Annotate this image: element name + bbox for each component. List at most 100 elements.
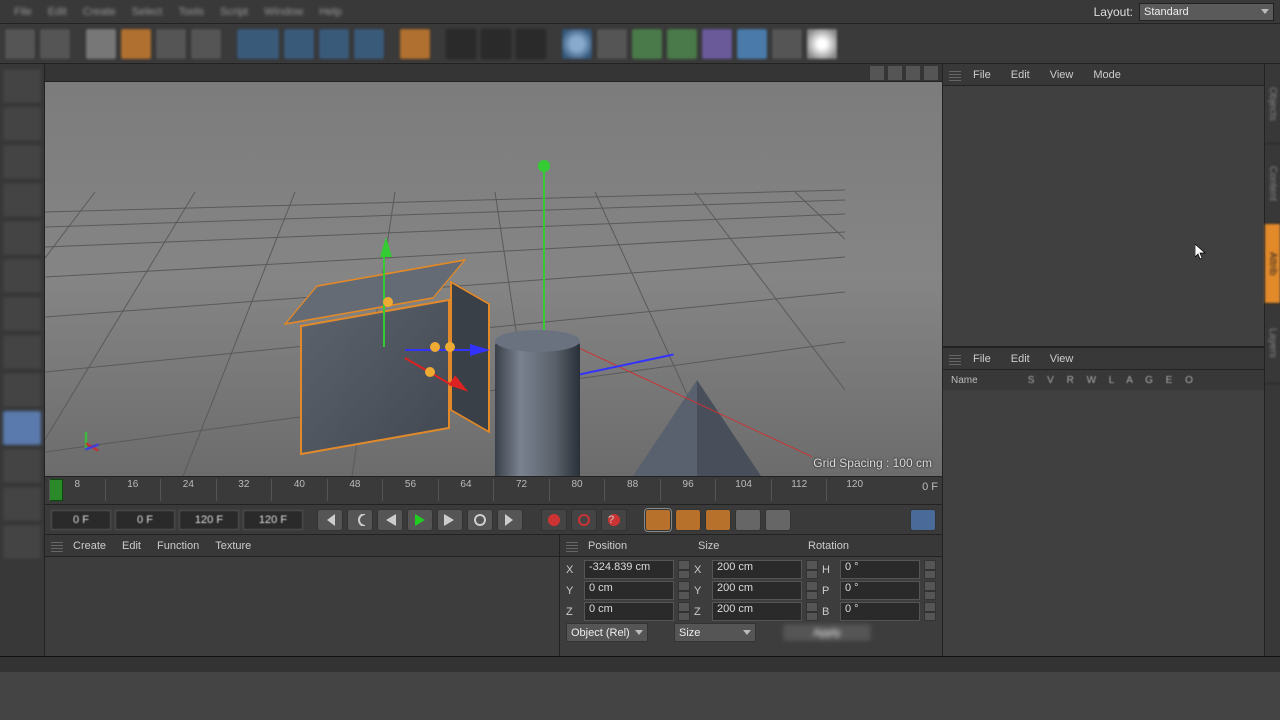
spinner-icon[interactable] <box>806 581 818 600</box>
model-mode-icon[interactable] <box>2 68 42 104</box>
vtab-layers[interactable]: Layers <box>1265 304 1280 384</box>
om-menu-view[interactable]: View <box>1042 67 1082 83</box>
uv-icon[interactable] <box>2 486 42 522</box>
topmenu-select[interactable]: Select <box>124 2 171 22</box>
size-z-input[interactable]: 200 cm <box>712 602 802 621</box>
size-x-input[interactable]: 200 cm <box>712 560 802 579</box>
render-settings-icon[interactable] <box>480 28 512 60</box>
keyframe-options-button[interactable]: ? <box>601 509 627 531</box>
key-rotation-button[interactable] <box>705 509 731 531</box>
axis-y-icon[interactable] <box>318 28 350 60</box>
perspective-viewport[interactable]: Grid Spacing : 100 cm <box>45 82 942 476</box>
range-end-a-field[interactable]: 120 F <box>179 510 239 530</box>
deformer-icon[interactable] <box>666 28 698 60</box>
viewport-toggle-icon[interactable] <box>924 66 938 80</box>
loop-button[interactable] <box>467 509 493 531</box>
panel-grip-icon[interactable] <box>566 540 578 552</box>
record-button[interactable] <box>541 509 567 531</box>
environment-icon[interactable] <box>701 28 733 60</box>
gizmo-z-arrow-icon[interactable] <box>470 344 490 356</box>
mat-menu-texture[interactable]: Texture <box>209 538 257 554</box>
vtab-objects[interactable]: Objects <box>1265 64 1280 144</box>
attribute-body[interactable] <box>943 390 1264 656</box>
spline-pen-icon[interactable] <box>596 28 628 60</box>
mat-menu-create[interactable]: Create <box>67 538 112 554</box>
select-tool-icon[interactable] <box>85 28 117 60</box>
om-menu-mode[interactable]: Mode <box>1085 67 1129 83</box>
pos-y-input[interactable]: 0 cm <box>584 581 674 600</box>
key-scale-button[interactable] <box>675 509 701 531</box>
snap-icon[interactable] <box>2 372 42 408</box>
edge-mode-icon[interactable] <box>2 220 42 256</box>
topmenu-create[interactable]: Create <box>75 2 124 22</box>
picture-viewer-icon[interactable] <box>515 28 547 60</box>
pos-z-input[interactable]: 0 cm <box>584 602 674 621</box>
viewport-rotate-icon[interactable] <box>906 66 920 80</box>
primitive-sphere-icon[interactable] <box>561 28 593 60</box>
light-icon[interactable] <box>806 28 838 60</box>
key-pla-button[interactable] <box>765 509 791 531</box>
gizmo-y-handle[interactable] <box>383 297 393 307</box>
size-y-input[interactable]: 200 cm <box>712 581 802 600</box>
generator-icon[interactable] <box>631 28 663 60</box>
topmenu-edit[interactable]: Edit <box>40 2 75 22</box>
pos-x-input[interactable]: -324.839 cm <box>584 560 674 579</box>
coord-size-mode-dropdown[interactable]: Size <box>674 623 756 642</box>
timeline-options-button[interactable] <box>910 509 936 531</box>
range-cur-field[interactable]: 0 F <box>115 510 175 530</box>
play-button[interactable] <box>407 509 433 531</box>
spinner-icon[interactable] <box>678 602 690 621</box>
attr-menu-view[interactable]: View <box>1042 351 1082 367</box>
polygon-mode-icon[interactable] <box>2 258 42 294</box>
axis-x-icon[interactable] <box>283 28 315 60</box>
goto-start-button[interactable] <box>317 509 343 531</box>
axis-mode-icon[interactable] <box>2 296 42 332</box>
locked-workplane-icon[interactable] <box>2 410 42 446</box>
paint-icon[interactable] <box>2 524 42 560</box>
topmenu-script[interactable]: Script <box>212 2 256 22</box>
point-mode-icon[interactable] <box>2 182 42 218</box>
spinner-icon[interactable] <box>806 602 818 621</box>
spinner-icon[interactable] <box>678 560 690 579</box>
object-list-area[interactable] <box>943 86 1264 346</box>
spinner-icon[interactable] <box>806 560 818 579</box>
sculpt-icon[interactable] <box>2 448 42 484</box>
spinner-icon[interactable] <box>924 560 936 579</box>
viewport-solo-icon[interactable] <box>2 334 42 370</box>
range-start-field[interactable]: 0 F <box>51 510 111 530</box>
timeline-ruler[interactable]: 8 16 24 32 40 48 56 64 72 80 88 96 104 1… <box>45 476 942 504</box>
om-menu-file[interactable]: File <box>965 67 999 83</box>
grid-floor-icon[interactable] <box>736 28 768 60</box>
undo-icon[interactable] <box>4 28 36 60</box>
axis-z-icon[interactable] <box>353 28 385 60</box>
autokey-button[interactable] <box>571 509 597 531</box>
gizmo-z-handle[interactable] <box>445 342 455 352</box>
gizmo-y-arrow-icon[interactable] <box>380 237 392 257</box>
coord-apply-button[interactable]: Apply <box>782 623 872 642</box>
panel-grip-icon[interactable] <box>949 353 961 365</box>
vtab-content[interactable]: Content <box>1265 144 1280 224</box>
mat-menu-edit[interactable]: Edit <box>116 538 147 554</box>
attr-menu-edit[interactable]: Edit <box>1003 351 1038 367</box>
play-back-button[interactable] <box>377 509 403 531</box>
goto-end-button[interactable] <box>497 509 523 531</box>
step-forward-button[interactable] <box>437 509 463 531</box>
gizmo-x-handle[interactable] <box>425 367 435 377</box>
workplane-icon[interactable] <box>2 144 42 180</box>
cylinder-object[interactable] <box>495 330 580 476</box>
render-view-icon[interactable] <box>399 28 431 60</box>
attr-menu-file[interactable]: File <box>965 351 999 367</box>
om-menu-edit[interactable]: Edit <box>1003 67 1038 83</box>
topmenu-window[interactable]: Window <box>256 2 311 22</box>
panel-grip-icon[interactable] <box>51 540 63 552</box>
coord-object-mode-dropdown[interactable]: Object (Rel) <box>566 623 648 642</box>
rotate-tool-icon[interactable] <box>190 28 222 60</box>
mat-menu-function[interactable]: Function <box>151 538 205 554</box>
topmenu-tools[interactable]: Tools <box>170 2 212 22</box>
topmenu-file[interactable]: File <box>6 2 40 22</box>
redo-icon[interactable] <box>39 28 71 60</box>
viewport-zoom-icon[interactable] <box>888 66 902 80</box>
key-param-button[interactable] <box>735 509 761 531</box>
texture-mode-icon[interactable] <box>2 106 42 142</box>
gizmo-center-handle[interactable] <box>430 342 440 352</box>
